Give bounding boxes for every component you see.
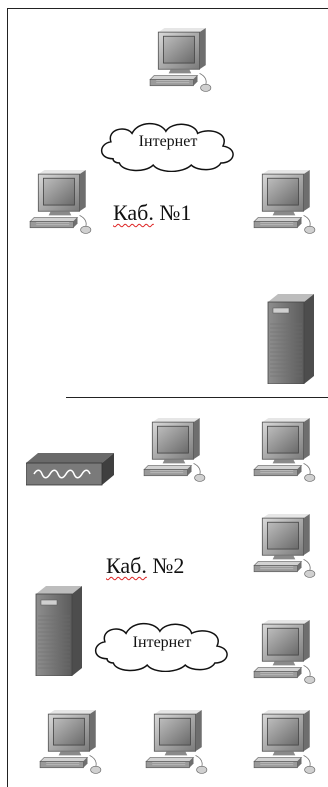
room-label-number: №2 [152, 553, 185, 578]
computer-icon [36, 710, 106, 776]
server-icon [264, 294, 320, 384]
computer-icon [26, 170, 96, 236]
room-label: Каб. №2 [106, 553, 184, 579]
frame-top-border [7, 8, 328, 9]
computer-icon [142, 710, 212, 776]
server-icon [32, 586, 88, 676]
computer-icon [250, 418, 320, 484]
network-diagram: Інтернет Каб. №1 Каб. №2 Інтернет [0, 0, 328, 787]
frame-left-border [7, 8, 8, 787]
computer-icon [250, 710, 320, 776]
room-label-prefix: Каб. [113, 200, 154, 225]
computer-icon [250, 620, 320, 686]
computer-icon [146, 28, 216, 94]
computer-icon [140, 418, 210, 484]
room-divider-line [66, 397, 328, 398]
room-label-number: №1 [159, 200, 192, 225]
room-label: Каб. №1 [113, 200, 191, 226]
computer-icon [250, 514, 320, 580]
cloud-label: Інтернет [132, 634, 192, 651]
network-switch-icon [26, 448, 116, 490]
computer-icon [250, 170, 320, 236]
cloud-label: Інтернет [138, 133, 198, 150]
room-label-prefix: Каб. [106, 553, 147, 578]
